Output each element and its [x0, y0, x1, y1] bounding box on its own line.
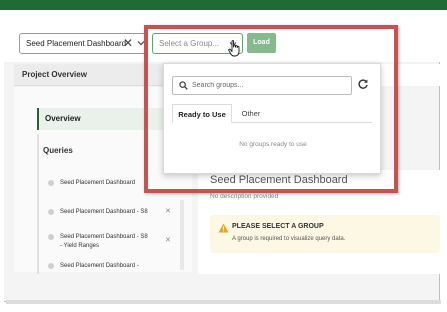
query-item-label: Seed Placement Dashboard: [60, 180, 136, 186]
query-status-dot: [48, 234, 54, 240]
close-icon[interactable]: ✕: [165, 207, 171, 215]
dashboard-description: No description provided: [210, 193, 279, 200]
project-overview-title: Project Overview: [22, 70, 87, 79]
query-item-label-continued: - Yield Ranges: [60, 243, 100, 249]
window-shadow: [6, 300, 441, 304]
query-item-label: Seed Placement Dashboard -: [60, 263, 139, 269]
dashboard-select[interactable]: Seed Placement Dashboard ✕: [19, 33, 147, 54]
query-item-label: Seed Placement Dashboard - S8: [60, 209, 148, 215]
query-status-dot: [48, 180, 54, 186]
queries-tree-line: [37, 134, 39, 274]
query-item-label: Seed Placement Dashboard - S8: [60, 234, 148, 240]
dashboard-select-value: Seed Placement Dashboard: [26, 39, 127, 48]
select-group-alert: PLEASE SELECT A GROUP A group is require…: [210, 215, 440, 253]
sidebar-scrollbar[interactable]: [180, 200, 184, 270]
sidebar-item-label: Overview: [45, 114, 81, 123]
query-status-dot: [48, 209, 54, 215]
close-icon[interactable]: ✕: [165, 236, 171, 244]
app-header-bar: [0, 0, 447, 10]
highlight-annotation: [144, 25, 398, 193]
query-status-dot: [48, 263, 54, 269]
alert-text: A group is required to visualize query d…: [232, 236, 346, 242]
sidebar-item-queries[interactable]: Queries: [43, 146, 73, 155]
dashboard-clear-button[interactable]: ✕: [123, 36, 133, 50]
alert-title: PLEASE SELECT A GROUP: [232, 223, 324, 230]
warning-icon: [218, 223, 229, 233]
